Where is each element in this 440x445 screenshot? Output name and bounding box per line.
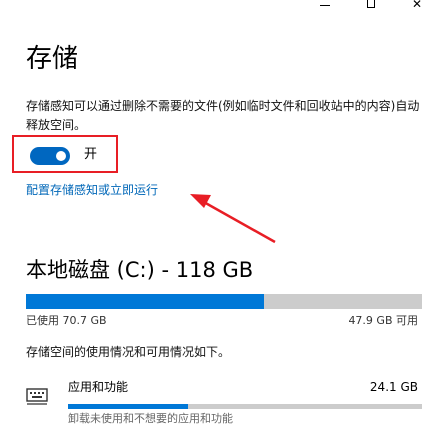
category-usage-bar <box>68 404 422 409</box>
configure-storage-sense-link[interactable]: 配置存储感知或立即运行 <box>26 181 158 199</box>
drive-usage-bar[interactable] <box>26 294 422 309</box>
storage-sense-toggle-highlight: 开 <box>12 135 118 173</box>
keyboard-icon <box>26 388 48 405</box>
settings-storage-page: ✕ 存储 存储感知可以通过删除不需要的文件(例如临时文件和回收站中的内容)自动释… <box>0 0 440 445</box>
toggle-state-label: 开 <box>84 147 98 162</box>
category-description: 卸载未使用和不想要的应用和功能 <box>68 412 233 425</box>
maximize-icon <box>367 0 375 8</box>
close-icon: ✕ <box>411 0 423 11</box>
category-size: 24.1 GB <box>369 380 418 394</box>
drive-title: 本地磁盘 (C:) - 118 GB <box>26 258 254 282</box>
drive-used-label: 已使用 70.7 GB <box>26 314 107 327</box>
category-name: 应用和功能 <box>68 380 129 394</box>
toggle-knob <box>56 151 66 161</box>
close-button[interactable]: ✕ <box>394 0 440 12</box>
page-title: 存储 <box>26 44 79 74</box>
category-usage-fill <box>68 404 189 409</box>
minimize-icon <box>320 5 330 6</box>
drive-usage-fill <box>26 294 264 309</box>
window-controls: ✕ <box>302 0 440 12</box>
usage-description: 存储空间的使用情况和可用情况如下。 <box>26 345 231 359</box>
storage-sense-description: 存储感知可以通过删除不需要的文件(例如临时文件和回收站中的内容)自动释放空间。 <box>26 99 420 132</box>
maximize-button[interactable] <box>348 0 394 12</box>
drive-free-label: 47.9 GB 可用 <box>348 314 418 327</box>
storage-sense-toggle[interactable] <box>30 147 70 165</box>
category-apps-features[interactable]: 应用和功能 24.1 GB 卸载未使用和不想要的应用和功能 <box>26 375 422 435</box>
minimize-button[interactable] <box>302 0 348 12</box>
